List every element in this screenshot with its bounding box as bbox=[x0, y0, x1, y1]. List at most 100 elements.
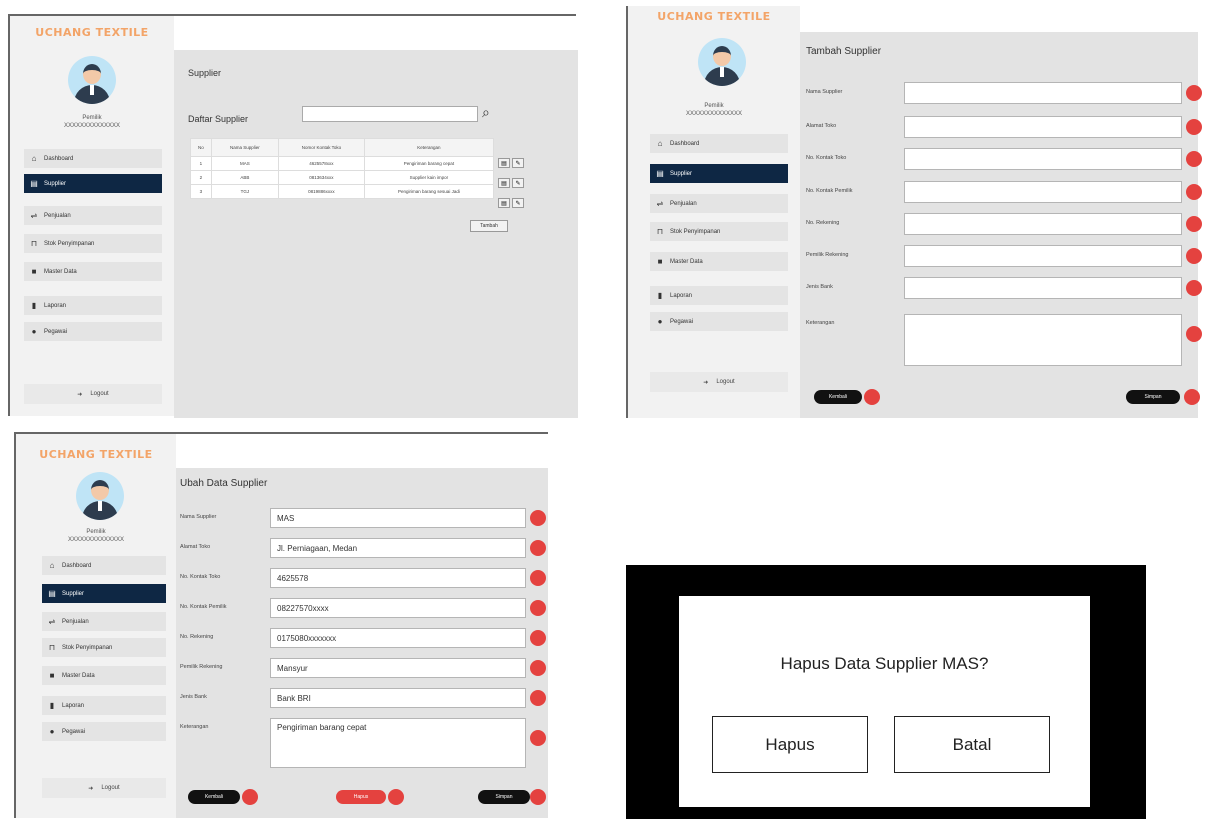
edit-icon[interactable]: ✎ bbox=[512, 158, 524, 168]
required-marker bbox=[242, 789, 258, 805]
home-icon: ⌂ bbox=[31, 154, 37, 163]
kontak-toko-field[interactable]: 4625578 bbox=[270, 568, 526, 588]
view-icon[interactable]: ▤ bbox=[498, 158, 510, 168]
sidebar-item-laporan[interactable]: ▮ Laporan bbox=[650, 286, 788, 305]
shop-icon: ▤ bbox=[656, 169, 664, 178]
nama-supplier-field[interactable]: MAS bbox=[270, 508, 526, 528]
kembali-button[interactable]: Kembali bbox=[188, 790, 240, 804]
shop-icon: ▤ bbox=[48, 589, 56, 598]
rekening-field[interactable]: 0175080xxxxxxx bbox=[270, 628, 526, 648]
required-marker bbox=[1184, 389, 1200, 405]
rekening-field[interactable] bbox=[904, 213, 1182, 235]
sidebar-item-master-data[interactable]: ■ Master Data bbox=[650, 252, 788, 271]
sidebar-item-pegawai[interactable]: ● Pegawai bbox=[42, 722, 166, 741]
kembali-button[interactable]: Kembali bbox=[814, 390, 862, 404]
required-marker bbox=[530, 660, 546, 676]
sidebar-item-supplier[interactable]: ▤ Supplier bbox=[24, 174, 162, 193]
avatar bbox=[76, 472, 124, 520]
jenis-bank-field[interactable]: Bank BRI bbox=[270, 688, 526, 708]
view-icon[interactable]: ▤ bbox=[498, 178, 510, 188]
logout-button[interactable]: ➜ Logout bbox=[24, 384, 162, 404]
content-area: Ubah Data Supplier Nama Supplier MAS Ala… bbox=[176, 468, 548, 818]
user-name: Pemilik bbox=[704, 103, 724, 109]
nama-supplier-field[interactable] bbox=[904, 82, 1182, 104]
field-label: Jenis Bank bbox=[806, 284, 833, 290]
field-label: Alamat Toko bbox=[806, 123, 837, 129]
sidebar: UCHANG TEXTILE Pemilik XXXXXXXXXXXXXX ⌂ D… bbox=[16, 434, 176, 818]
sidebar-item-penjualan[interactable]: ⇌ Penjualan bbox=[42, 612, 166, 631]
pemilik-rekening-field[interactable] bbox=[904, 245, 1182, 267]
batal-button[interactable]: Batal bbox=[894, 716, 1050, 773]
sidebar-item-laporan[interactable]: ▮ Laporan bbox=[42, 696, 166, 715]
search-input[interactable] bbox=[302, 106, 478, 122]
table-row: 3 TGJ 0819886xxxx Pengiriman barang sesuai … bbox=[190, 184, 495, 199]
sidebar-item-supplier[interactable]: ▤ Supplier bbox=[650, 164, 788, 183]
sidebar-item-laporan[interactable]: ▮ Laporan bbox=[24, 296, 162, 315]
handshake-icon: ⇌ bbox=[656, 199, 664, 208]
handshake-icon: ⇌ bbox=[30, 211, 38, 220]
sidebar-item-master-data[interactable]: ■ Master Data bbox=[24, 262, 162, 281]
edit-icon[interactable]: ✎ bbox=[512, 198, 524, 208]
section-title: Daftar Supplier bbox=[188, 114, 249, 124]
column-header: No bbox=[190, 138, 212, 157]
avatar bbox=[68, 56, 116, 104]
search-icon[interactable]: ⌕ bbox=[482, 104, 490, 121]
sidebar-item-penjualan[interactable]: ⇌ Penjualan bbox=[24, 206, 162, 225]
simpan-button[interactable]: Simpan bbox=[1126, 390, 1180, 404]
cart-icon: ⊓ bbox=[30, 239, 38, 248]
field-label: Keterangan bbox=[180, 724, 209, 730]
page-title: Tambah Supplier bbox=[806, 46, 882, 57]
tambah-button[interactable]: Tambah bbox=[470, 220, 508, 232]
logout-icon: ➜ bbox=[703, 379, 709, 386]
required-marker bbox=[530, 540, 546, 556]
home-icon: ⌂ bbox=[657, 139, 663, 148]
required-marker bbox=[530, 570, 546, 586]
field-label: Alamat Toko bbox=[180, 544, 211, 550]
edit-icon[interactable]: ✎ bbox=[512, 178, 524, 188]
user-name: Pemilik bbox=[82, 115, 102, 121]
sidebar-item-stok[interactable]: ⊓ Stok Penyimpanan bbox=[42, 638, 166, 657]
add-supplier-screen: UCHANG TEXTILE Pemilik XXXXXXXXXXXXXX ⌂ D… bbox=[626, 6, 1202, 418]
file-icon: ▮ bbox=[49, 701, 55, 710]
avatar bbox=[698, 38, 746, 86]
required-marker bbox=[530, 690, 546, 706]
view-icon[interactable]: ▤ bbox=[498, 198, 510, 208]
field-label: No. Rekening bbox=[806, 220, 840, 226]
alamat-toko-field[interactable]: Jl. Perniagaan, Medan bbox=[270, 538, 526, 558]
logout-button[interactable]: ➜ Logout bbox=[650, 372, 788, 392]
sidebar-item-dashboard[interactable]: ⌂ Dashboard bbox=[650, 134, 788, 153]
content-area: Supplier Daftar Supplier ⌕ No Nama Suppl… bbox=[174, 50, 578, 418]
sidebar-item-stok[interactable]: ⊓ Stok Penyimpanan bbox=[24, 234, 162, 253]
kontak-pemilik-field[interactable]: 08227570xxxx bbox=[270, 598, 526, 618]
simpan-button[interactable]: Simpan bbox=[478, 790, 530, 804]
brand-logo: UCHANG TEXTILE bbox=[35, 26, 149, 39]
required-marker bbox=[1186, 216, 1202, 232]
sidebar-item-master-data[interactable]: ■ Master Data bbox=[42, 666, 166, 685]
keterangan-field[interactable]: Pengiriman barang cepat bbox=[270, 718, 526, 768]
user-name: Pemilik bbox=[86, 529, 106, 535]
field-label: No. Rekening bbox=[180, 634, 214, 640]
required-marker bbox=[1186, 248, 1202, 264]
keterangan-field[interactable] bbox=[904, 314, 1182, 366]
table-row: 2 ABB 0813634xxx Supplier kain impor bbox=[190, 170, 495, 185]
kontak-toko-field[interactable] bbox=[904, 148, 1182, 170]
sidebar-item-supplier[interactable]: ▤ Supplier bbox=[42, 584, 166, 603]
sidebar-item-stok[interactable]: ⊓ Stok Penyimpanan bbox=[650, 222, 788, 241]
alamat-toko-field[interactable] bbox=[904, 116, 1182, 138]
sidebar-item-penjualan[interactable]: ⇌ Penjualan bbox=[650, 194, 788, 213]
sidebar-item-dashboard[interactable]: ⌂ Dashboard bbox=[42, 556, 166, 575]
kontak-pemilik-field[interactable] bbox=[904, 181, 1182, 203]
sidebar-item-pegawai[interactable]: ● Pegawai bbox=[650, 312, 788, 331]
sidebar-item-dashboard[interactable]: ⌂ Dashboard bbox=[24, 149, 162, 168]
required-marker bbox=[530, 630, 546, 646]
hapus-button[interactable]: Hapus bbox=[712, 716, 868, 773]
jenis-bank-field[interactable] bbox=[904, 277, 1182, 299]
logout-button[interactable]: ➜ Logout bbox=[42, 778, 166, 798]
required-marker bbox=[1186, 280, 1202, 296]
folder-icon: ■ bbox=[49, 671, 55, 680]
delete-dialog-overlay: Hapus Data Supplier MAS? Hapus Batal bbox=[626, 565, 1146, 819]
required-marker bbox=[1186, 151, 1202, 167]
pemilik-rekening-field[interactable]: Mansyur bbox=[270, 658, 526, 678]
sidebar-item-pegawai[interactable]: ● Pegawai bbox=[24, 322, 162, 341]
hapus-button[interactable]: Hapus bbox=[336, 790, 386, 804]
